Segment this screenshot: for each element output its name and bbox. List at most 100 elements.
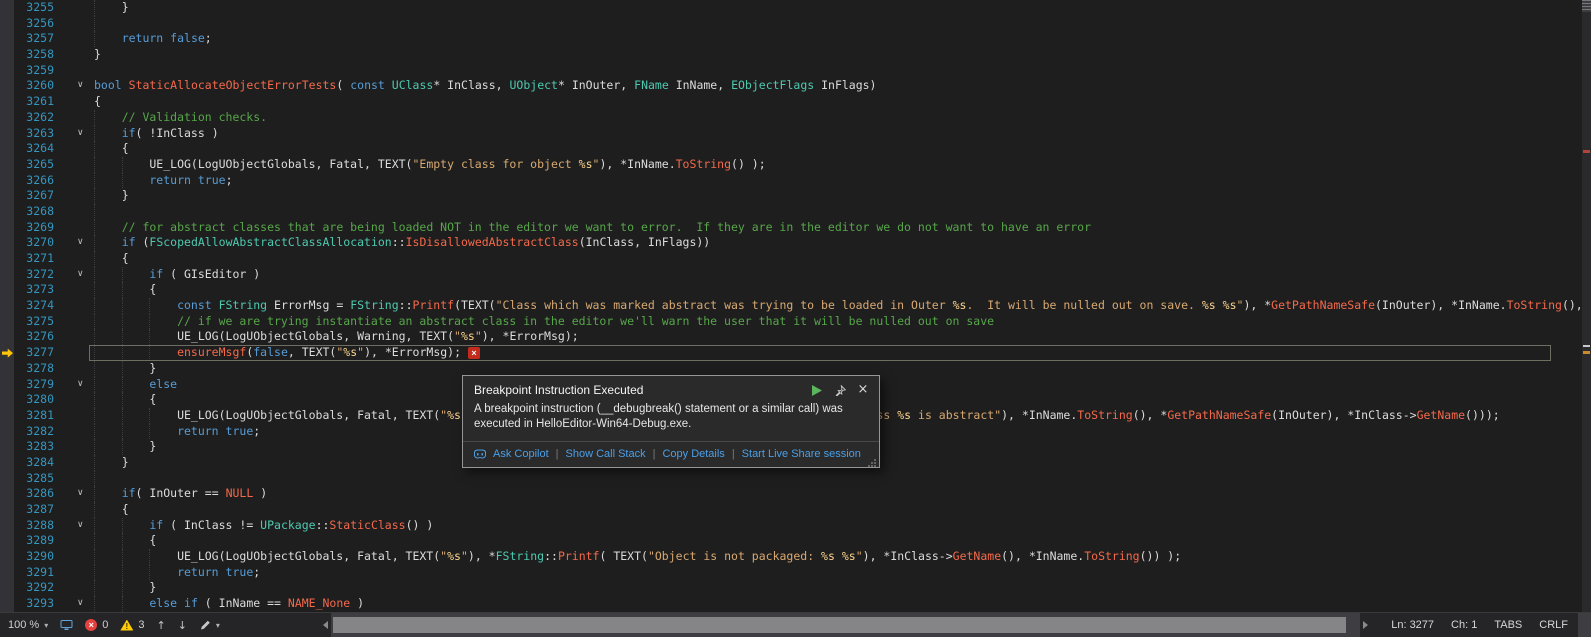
- popup-link-show-call-stack[interactable]: Show Call Stack: [566, 448, 646, 460]
- scrollbar-thumb[interactable]: [333, 617, 1346, 633]
- scroll-left-button[interactable]: [323, 621, 328, 629]
- breakpoint-margin[interactable]: [0, 141, 14, 157]
- code-text[interactable]: // Validation checks.: [94, 110, 1591, 126]
- breakpoint-margin[interactable]: [0, 94, 14, 110]
- code-editor[interactable]: 3255}32563257return false;3258}32593260∨…: [0, 0, 1591, 612]
- breakpoint-margin[interactable]: [0, 282, 14, 298]
- code-text[interactable]: // if we are trying instantiate an abstr…: [94, 314, 1591, 330]
- horizontal-scrollbar[interactable]: [320, 613, 1371, 637]
- breakpoint-margin[interactable]: [0, 533, 14, 549]
- scroll-right-button[interactable]: [1363, 621, 1368, 629]
- breakpoint-margin[interactable]: [0, 251, 14, 267]
- breakpoint-margin[interactable]: [0, 392, 14, 408]
- breakpoint-margin[interactable]: [0, 361, 14, 377]
- fold-collapse-icon[interactable]: ∨: [77, 126, 94, 142]
- breakpoint-margin[interactable]: [0, 565, 14, 581]
- code-text[interactable]: {: [94, 282, 1591, 298]
- code-text[interactable]: ensureMsgf(false, TEXT("%s"), *ErrorMsg)…: [94, 345, 1591, 361]
- code-text[interactable]: {: [94, 251, 1591, 267]
- breakpoint-margin[interactable]: [0, 486, 14, 502]
- breakpoint-margin[interactable]: [0, 408, 14, 424]
- breakpoint-margin[interactable]: [0, 345, 14, 361]
- breakpoint-margin[interactable]: [0, 549, 14, 565]
- breakpoint-margin[interactable]: [0, 314, 14, 330]
- code-text[interactable]: {: [94, 141, 1591, 157]
- code-text[interactable]: return false;: [94, 31, 1591, 47]
- code-text[interactable]: else if ( InName == NAME_None ): [94, 596, 1591, 612]
- tabs-indicator[interactable]: TABS: [1494, 619, 1522, 631]
- breakpoint-margin[interactable]: [0, 220, 14, 236]
- breakpoint-margin[interactable]: [0, 471, 14, 487]
- code-text[interactable]: bool StaticAllocateObjectErrorTests( con…: [94, 78, 1591, 94]
- popup-link-start-live-share-session[interactable]: Start Live Share session: [742, 448, 861, 460]
- code-text[interactable]: return true;: [94, 565, 1591, 581]
- code-text[interactable]: }: [94, 47, 1591, 63]
- code-text[interactable]: return true;: [94, 173, 1591, 189]
- breakpoint-margin[interactable]: [0, 329, 14, 345]
- error-indicator[interactable]: × 0: [85, 619, 108, 631]
- code-text[interactable]: UE_LOG(LogUObjectGlobals, Fatal, TEXT("%…: [94, 549, 1591, 565]
- code-text[interactable]: if (FScopedAllowAbstractClassAllocation:…: [94, 235, 1591, 251]
- code-text[interactable]: UE_LOG(LogUObjectGlobals, Fatal, TEXT("E…: [94, 157, 1591, 173]
- breakpoint-margin[interactable]: [0, 580, 14, 596]
- breakpoint-error-badge-icon[interactable]: ×: [468, 347, 480, 359]
- fold-collapse-icon[interactable]: ∨: [77, 596, 94, 612]
- code-text[interactable]: }: [94, 580, 1591, 596]
- breakpoint-margin[interactable]: [0, 235, 14, 251]
- prev-issue-button[interactable]: ↑: [156, 619, 165, 632]
- code-text[interactable]: if ( InClass != UPackage::StaticClass() …: [94, 518, 1591, 534]
- code-text[interactable]: }: [94, 188, 1591, 204]
- breakpoint-margin[interactable]: [0, 16, 14, 32]
- fold-collapse-icon[interactable]: ∨: [77, 78, 94, 94]
- line-ending-indicator[interactable]: CRLF: [1539, 619, 1568, 631]
- breakpoint-margin[interactable]: [0, 78, 14, 94]
- popup-link-ask-copilot[interactable]: Ask Copilot: [493, 448, 549, 460]
- scrollbar-track[interactable]: [331, 613, 1360, 637]
- breakpoint-margin[interactable]: [0, 596, 14, 612]
- breakpoint-margin[interactable]: [0, 188, 14, 204]
- fold-collapse-icon[interactable]: ∨: [77, 518, 94, 534]
- breakpoint-margin[interactable]: [0, 31, 14, 47]
- breakpoint-margin[interactable]: [0, 455, 14, 471]
- warning-indicator[interactable]: ! 3: [120, 619, 144, 631]
- breakpoint-margin[interactable]: [0, 377, 14, 393]
- code-text[interactable]: [94, 16, 1591, 32]
- breakpoint-margin[interactable]: [0, 0, 14, 16]
- breakpoint-margin[interactable]: [0, 298, 14, 314]
- code-text[interactable]: if( !InClass ): [94, 126, 1591, 142]
- code-text[interactable]: [94, 204, 1591, 220]
- code-text[interactable]: // for abstract classes that are being l…: [94, 220, 1591, 236]
- code-text[interactable]: const FString ErrorMsg = FString::Printf…: [94, 298, 1591, 314]
- breakpoint-margin[interactable]: [0, 126, 14, 142]
- breakpoint-margin[interactable]: [0, 267, 14, 283]
- breakpoint-margin[interactable]: [0, 502, 14, 518]
- code-text[interactable]: {: [94, 94, 1591, 110]
- resize-grip[interactable]: [867, 455, 877, 465]
- code-text[interactable]: UE_LOG(LogUObjectGlobals, Warning, TEXT(…: [94, 329, 1591, 345]
- breakpoint-margin[interactable]: [0, 63, 14, 79]
- zoom-control[interactable]: 100 % ▾: [8, 619, 48, 631]
- popup-link-copy-details[interactable]: Copy Details: [662, 448, 724, 460]
- breakpoint-margin[interactable]: [0, 173, 14, 189]
- code-text[interactable]: {: [94, 502, 1591, 518]
- breakpoint-margin[interactable]: [0, 47, 14, 63]
- pin-button[interactable]: [833, 383, 847, 397]
- code-text[interactable]: {: [94, 533, 1591, 549]
- line-indicator[interactable]: Ln: 3277: [1391, 619, 1434, 631]
- code-text[interactable]: if( InOuter == NULL ): [94, 486, 1591, 502]
- breakpoint-margin[interactable]: [0, 439, 14, 455]
- breakpoint-margin[interactable]: [0, 204, 14, 220]
- breakpoint-margin[interactable]: [0, 157, 14, 173]
- code-area[interactable]: 3255}32563257return false;3258}32593260∨…: [0, 0, 1591, 612]
- fold-collapse-icon[interactable]: ∨: [77, 486, 94, 502]
- code-text[interactable]: [94, 471, 1591, 487]
- code-text[interactable]: }: [94, 0, 1591, 16]
- document-health-button[interactable]: [60, 619, 73, 631]
- fold-collapse-icon[interactable]: ∨: [77, 267, 94, 283]
- vertical-scrollbar[interactable]: [1582, 0, 1591, 612]
- code-text[interactable]: if ( GIsEditor ): [94, 267, 1591, 283]
- edit-mode-button[interactable]: ▾: [199, 619, 220, 631]
- breakpoint-margin[interactable]: [0, 518, 14, 534]
- code-text[interactable]: [94, 63, 1591, 79]
- column-indicator[interactable]: Ch: 1: [1451, 619, 1477, 631]
